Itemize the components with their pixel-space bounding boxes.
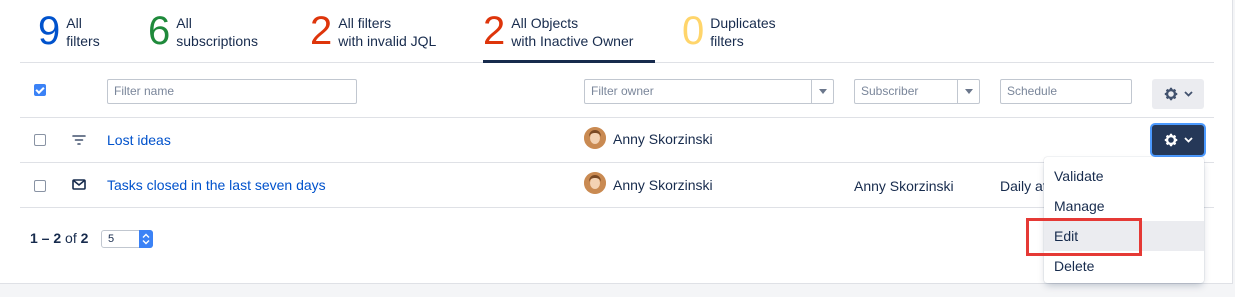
stat-label-line2: with invalid JQL <box>338 33 437 49</box>
subscriber-select[interactable]: Subscriber <box>854 79 980 104</box>
stat-label-line2: with Inactive Owner <box>511 33 634 49</box>
pagination-summary: 1 – 2 of 2 <box>30 230 88 246</box>
filters-panel: 9 All filters 6 All subscriptions 2 All fi… <box>0 0 1233 284</box>
stat-inactive-owner[interactable]: 2 All Objects with Inactive Owner <box>483 0 655 63</box>
chevron-down-icon <box>957 80 979 103</box>
stat-all-subscriptions[interactable]: 6 All subscriptions <box>148 0 288 63</box>
page-size-select[interactable]: 5 <box>101 230 153 248</box>
stat-label: All filters <box>66 14 99 50</box>
stat-label-line1: All <box>66 15 82 31</box>
stat-invalid-jql[interactable]: 2 All filters with invalid JQL <box>310 0 460 63</box>
stat-label: All subscriptions <box>176 14 258 50</box>
stat-all-filters[interactable]: 9 All filters <box>38 0 128 63</box>
row-actions-menu: Validate Manage Edit Delete <box>1044 157 1204 283</box>
stepper-icon <box>139 230 153 248</box>
stat-value: 2 <box>483 9 506 53</box>
chevron-down-icon <box>1184 91 1193 97</box>
filter-name-link[interactable]: Lost ideas <box>107 131 171 149</box>
stats-tabs: 9 All filters 6 All subscriptions 2 All fi… <box>20 0 1214 63</box>
subscriber-name: Anny Skorzinski <box>854 178 954 194</box>
stat-label-line1: All filters <box>338 15 392 31</box>
filter-name-input[interactable]: Filter name <box>107 79 357 104</box>
owner-name: Anny Skorzinski <box>613 131 713 147</box>
stat-value: 6 <box>148 9 171 53</box>
stat-value: 0 <box>682 9 705 53</box>
mail-icon <box>72 179 86 190</box>
gear-icon <box>1164 133 1178 147</box>
gear-icon <box>1164 87 1178 101</box>
filter-owner-select[interactable]: Filter owner <box>584 79 834 104</box>
chevron-down-icon <box>1184 137 1193 143</box>
page-total: 2 <box>80 230 89 246</box>
row-settings-button[interactable] <box>1152 125 1204 155</box>
schedule-input[interactable]: Schedule <box>1000 79 1132 104</box>
menu-item-edit[interactable]: Edit <box>1044 221 1204 251</box>
schedule-text: Daily at <box>1000 178 1047 194</box>
page-range: 1 – 2 <box>30 230 62 246</box>
stat-label-line1: All Objects <box>511 15 579 31</box>
avatar <box>584 172 606 194</box>
stat-label-line1: All <box>176 15 192 31</box>
filter-name-link[interactable]: Tasks closed in the last seven days <box>107 176 326 194</box>
avatar <box>584 127 606 149</box>
select-all-checkbox[interactable] <box>34 84 46 96</box>
filter-icon <box>72 135 86 145</box>
page-of: of <box>65 230 77 246</box>
row-checkbox[interactable] <box>34 180 46 192</box>
menu-item-manage[interactable]: Manage <box>1044 191 1204 221</box>
subscriber-placeholder: Subscriber <box>861 84 919 98</box>
page-size-value: 5 <box>108 233 115 245</box>
stat-label-line2: filters <box>66 33 100 49</box>
table-row: Tasks closed in the last seven days Anny… <box>20 163 1214 208</box>
stat-label: Duplicates filters <box>710 14 775 50</box>
stat-value: 9 <box>38 9 61 53</box>
stat-value: 2 <box>310 9 333 53</box>
stat-label-line2: filters <box>710 33 744 49</box>
stat-duplicates[interactable]: 0 Duplicates filters <box>682 0 802 63</box>
stat-label: All Objects with Inactive Owner <box>511 14 633 50</box>
stat-label-line1: Duplicates <box>710 15 776 31</box>
header-settings-button[interactable] <box>1152 79 1204 109</box>
table-header-row: Filter name Filter owner Subscriber Sche… <box>20 64 1214 118</box>
owner-name: Anny Skorzinski <box>613 177 713 193</box>
chevron-down-icon <box>811 80 833 103</box>
menu-item-validate[interactable]: Validate <box>1044 161 1204 191</box>
row-checkbox[interactable] <box>34 134 46 146</box>
filter-owner-placeholder: Filter owner <box>591 84 654 98</box>
stat-label-line2: subscriptions <box>176 33 258 49</box>
menu-item-delete[interactable]: Delete <box>1044 251 1204 281</box>
stat-label: All filters with invalid JQL <box>338 14 436 50</box>
table-row: Lost ideas Anny Skorzinski <box>20 118 1214 163</box>
